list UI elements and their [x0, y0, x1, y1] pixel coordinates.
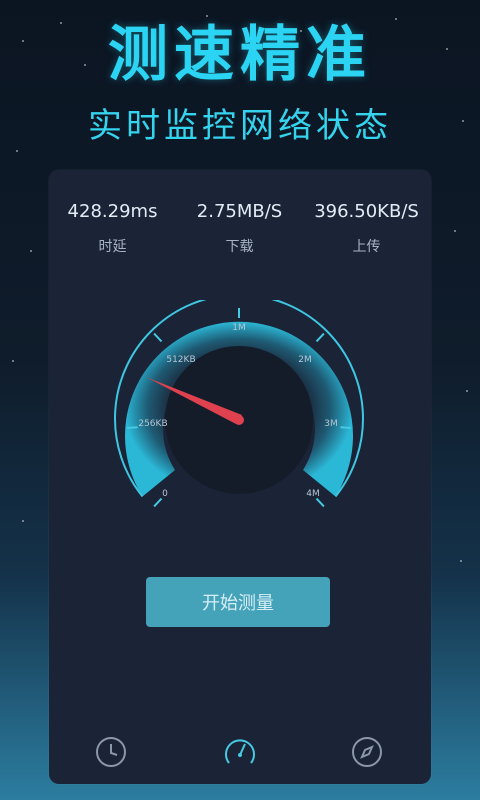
gauge-tick-label: 4M	[306, 489, 320, 499]
nav-history-button[interactable]	[89, 730, 133, 774]
nav-speedtest-button[interactable]	[218, 730, 262, 774]
gauge-tick-label: 512KB	[166, 355, 195, 365]
upload-label: 上传	[352, 239, 381, 255]
headline-subtitle: 实时监控网络状态	[88, 106, 392, 146]
download-stat: 2.75MB/S 下载	[176, 201, 303, 256]
phone-screen: 428.29ms 时延 2.75MB/S 下载 396.50KB/S 上传 0 …	[49, 170, 431, 784]
latency-stat: 428.29ms 时延	[49, 201, 176, 256]
speed-gauge: 0 256KB 512KB 1M 2M 3M 4M	[114, 300, 364, 508]
compass-icon	[352, 737, 382, 767]
gauge-tick-label: 256KB	[138, 419, 167, 429]
headline-title: 测速精准	[108, 20, 372, 90]
gauge-tick-label: 2M	[298, 355, 312, 365]
nav-discover-button[interactable]	[345, 730, 389, 774]
speedometer-icon	[225, 739, 255, 764]
upload-stat: 396.50KB/S 上传	[303, 201, 430, 256]
clock-icon	[96, 737, 126, 767]
upload-value: 396.50KB/S	[314, 201, 419, 222]
gauge-tick-label: 3M	[324, 419, 338, 429]
gauge-tick-label: 0	[162, 489, 168, 499]
download-value: 2.75MB/S	[196, 201, 283, 222]
start-measure-button[interactable]: 开始测量	[146, 577, 330, 627]
download-label: 下载	[225, 239, 254, 255]
latency-value: 428.29ms	[67, 201, 158, 222]
bottom-nav	[49, 716, 431, 784]
gauge-tick-label: 1M	[232, 323, 246, 333]
latency-label: 时延	[98, 239, 127, 255]
